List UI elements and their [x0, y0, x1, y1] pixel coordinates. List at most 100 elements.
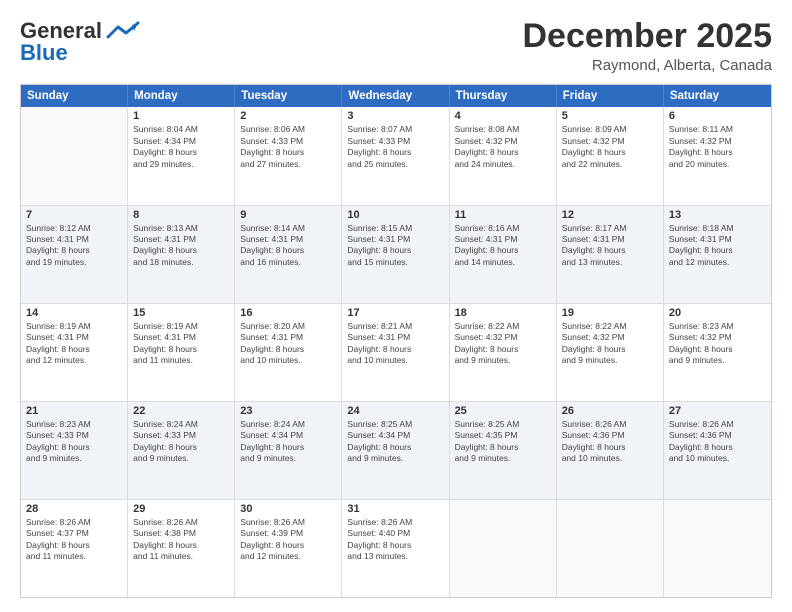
location: Raymond, Alberta, Canada [522, 57, 772, 74]
calendar-cell-0-1: 1 Sunrise: 8:04 AM Sunset: 4:34 PM Daylig… [128, 107, 235, 204]
calendar-cell-2-1: 15 Sunrise: 8:19 AM Sunset: 4:31 PM Dayli… [128, 304, 235, 401]
cell-info: Sunrise: 8:15 AM Sunset: 4:31 PM Dayligh… [347, 223, 443, 269]
cell-info: Sunrise: 8:14 AM Sunset: 4:31 PM Dayligh… [240, 223, 336, 269]
day-number: 18 [455, 307, 551, 319]
logo-bird-icon [104, 19, 142, 41]
calendar: SundayMondayTuesdayWednesdayThursdayFrid… [20, 84, 772, 598]
calendar-cell-3-1: 22 Sunrise: 8:24 AM Sunset: 4:33 PM Dayli… [128, 402, 235, 499]
day-number: 28 [26, 503, 122, 515]
cell-info: Sunrise: 8:26 AM Sunset: 4:37 PM Dayligh… [26, 517, 122, 563]
day-number: 16 [240, 307, 336, 319]
calendar-cell-4-6 [664, 500, 771, 597]
cell-info: Sunrise: 8:26 AM Sunset: 4:38 PM Dayligh… [133, 517, 229, 563]
calendar-cell-2-6: 20 Sunrise: 8:23 AM Sunset: 4:32 PM Dayli… [664, 304, 771, 401]
calendar-cell-1-3: 10 Sunrise: 8:15 AM Sunset: 4:31 PM Dayli… [342, 206, 449, 303]
day-number: 19 [562, 307, 658, 319]
calendar-cell-3-3: 24 Sunrise: 8:25 AM Sunset: 4:34 PM Dayli… [342, 402, 449, 499]
cell-info: Sunrise: 8:16 AM Sunset: 4:31 PM Dayligh… [455, 223, 551, 269]
header: General Blue December 2025 Raymond, Albe… [20, 18, 772, 74]
cell-info: Sunrise: 8:23 AM Sunset: 4:32 PM Dayligh… [669, 321, 766, 367]
day-number: 17 [347, 307, 443, 319]
day-number: 7 [26, 209, 122, 221]
calendar-cell-0-4: 4 Sunrise: 8:08 AM Sunset: 4:32 PM Daylig… [450, 107, 557, 204]
day-number: 1 [133, 110, 229, 122]
calendar-cell-1-4: 11Sunrise: 8:16 AM Sunset: 4:31 PM Dayli… [450, 206, 557, 303]
cell-info: Sunrise: 8:26 AM Sunset: 4:40 PM Dayligh… [347, 517, 443, 563]
calendar-cell-2-3: 17 Sunrise: 8:21 AM Sunset: 4:31 PM Dayli… [342, 304, 449, 401]
calendar-cell-3-4: 25 Sunrise: 8:25 AM Sunset: 4:35 PM Dayli… [450, 402, 557, 499]
day-number: 9 [240, 209, 336, 221]
day-number: 23 [240, 405, 336, 417]
day-number: 30 [240, 503, 336, 515]
cell-info: Sunrise: 8:07 AM Sunset: 4:33 PM Dayligh… [347, 124, 443, 170]
calendar-cell-3-0: 21Sunrise: 8:23 AM Sunset: 4:33 PM Dayli… [21, 402, 128, 499]
cell-info: Sunrise: 8:19 AM Sunset: 4:31 PM Dayligh… [133, 321, 229, 367]
day-number: 27 [669, 405, 766, 417]
day-number: 15 [133, 307, 229, 319]
cell-info: Sunrise: 8:08 AM Sunset: 4:32 PM Dayligh… [455, 124, 551, 170]
day-number: 29 [133, 503, 229, 515]
cell-info: Sunrise: 8:25 AM Sunset: 4:34 PM Dayligh… [347, 419, 443, 465]
calendar-cell-2-0: 14 Sunrise: 8:19 AM Sunset: 4:31 PM Dayli… [21, 304, 128, 401]
calendar-cell-4-3: 31 Sunrise: 8:26 AM Sunset: 4:40 PM Dayli… [342, 500, 449, 597]
calendar-row-0: 1 Sunrise: 8:04 AM Sunset: 4:34 PM Daylig… [21, 107, 771, 204]
cell-info: Sunrise: 8:12 AM Sunset: 4:31 PM Dayligh… [26, 223, 122, 269]
weekday-header-tuesday: Tuesday [235, 85, 342, 107]
calendar-cell-3-5: 26Sunrise: 8:26 AM Sunset: 4:36 PM Dayli… [557, 402, 664, 499]
cell-info: Sunrise: 8:13 AM Sunset: 4:31 PM Dayligh… [133, 223, 229, 269]
calendar-cell-0-5: 5 Sunrise: 8:09 AM Sunset: 4:32 PM Daylig… [557, 107, 664, 204]
cell-info: Sunrise: 8:26 AM Sunset: 4:39 PM Dayligh… [240, 517, 336, 563]
calendar-cell-4-5 [557, 500, 664, 597]
day-number: 2 [240, 110, 336, 122]
calendar-cell-3-2: 23Sunrise: 8:24 AM Sunset: 4:34 PM Dayli… [235, 402, 342, 499]
weekday-header-saturday: Saturday [664, 85, 771, 107]
calendar-row-4: 28 Sunrise: 8:26 AM Sunset: 4:37 PM Dayli… [21, 499, 771, 597]
day-number: 24 [347, 405, 443, 417]
calendar-cell-1-2: 9 Sunrise: 8:14 AM Sunset: 4:31 PM Daylig… [235, 206, 342, 303]
title-block: December 2025 Raymond, Alberta, Canada [522, 18, 772, 74]
weekday-header-monday: Monday [128, 85, 235, 107]
cell-info: Sunrise: 8:26 AM Sunset: 4:36 PM Dayligh… [562, 419, 658, 465]
day-number: 8 [133, 209, 229, 221]
day-number: 14 [26, 307, 122, 319]
cell-info: Sunrise: 8:24 AM Sunset: 4:33 PM Dayligh… [133, 419, 229, 465]
cell-info: Sunrise: 8:04 AM Sunset: 4:34 PM Dayligh… [133, 124, 229, 170]
cell-info: Sunrise: 8:26 AM Sunset: 4:36 PM Dayligh… [669, 419, 766, 465]
calendar-cell-3-6: 27 Sunrise: 8:26 AM Sunset: 4:36 PM Dayli… [664, 402, 771, 499]
day-number: 31 [347, 503, 443, 515]
weekday-header-sunday: Sunday [21, 85, 128, 107]
calendar-cell-0-3: 3 Sunrise: 8:07 AM Sunset: 4:33 PM Daylig… [342, 107, 449, 204]
weekday-header-thursday: Thursday [450, 85, 557, 107]
cell-info: Sunrise: 8:18 AM Sunset: 4:31 PM Dayligh… [669, 223, 766, 269]
weekday-header-wednesday: Wednesday [342, 85, 449, 107]
logo-blue: Blue [20, 40, 68, 66]
calendar-row-2: 14 Sunrise: 8:19 AM Sunset: 4:31 PM Dayli… [21, 303, 771, 401]
day-number: 25 [455, 405, 551, 417]
day-number: 10 [347, 209, 443, 221]
calendar-cell-0-6: 6Sunrise: 8:11 AM Sunset: 4:32 PM Daylig… [664, 107, 771, 204]
cell-info: Sunrise: 8:17 AM Sunset: 4:31 PM Dayligh… [562, 223, 658, 269]
calendar-cell-2-4: 18 Sunrise: 8:22 AM Sunset: 4:32 PM Dayli… [450, 304, 557, 401]
day-number: 22 [133, 405, 229, 417]
cell-info: Sunrise: 8:21 AM Sunset: 4:31 PM Dayligh… [347, 321, 443, 367]
cell-info: Sunrise: 8:25 AM Sunset: 4:35 PM Dayligh… [455, 419, 551, 465]
day-number: 13 [669, 209, 766, 221]
calendar-body: 1 Sunrise: 8:04 AM Sunset: 4:34 PM Daylig… [21, 107, 771, 597]
month-title: December 2025 [522, 18, 772, 55]
cell-info: Sunrise: 8:19 AM Sunset: 4:31 PM Dayligh… [26, 321, 122, 367]
cell-info: Sunrise: 8:09 AM Sunset: 4:32 PM Dayligh… [562, 124, 658, 170]
calendar-cell-1-6: 13 Sunrise: 8:18 AM Sunset: 4:31 PM Dayli… [664, 206, 771, 303]
calendar-row-1: 7 Sunrise: 8:12 AM Sunset: 4:31 PM Daylig… [21, 205, 771, 303]
cell-info: Sunrise: 8:06 AM Sunset: 4:33 PM Dayligh… [240, 124, 336, 170]
day-number: 4 [455, 110, 551, 122]
cell-info: Sunrise: 8:22 AM Sunset: 4:32 PM Dayligh… [455, 321, 551, 367]
calendar-header: SundayMondayTuesdayWednesdayThursdayFrid… [21, 85, 771, 107]
day-number: 20 [669, 307, 766, 319]
calendar-row-3: 21Sunrise: 8:23 AM Sunset: 4:33 PM Dayli… [21, 401, 771, 499]
cell-info: Sunrise: 8:22 AM Sunset: 4:32 PM Dayligh… [562, 321, 658, 367]
weekday-header-friday: Friday [557, 85, 664, 107]
day-number: 5 [562, 110, 658, 122]
day-number: 6 [669, 110, 766, 122]
day-number: 3 [347, 110, 443, 122]
calendar-cell-4-4 [450, 500, 557, 597]
